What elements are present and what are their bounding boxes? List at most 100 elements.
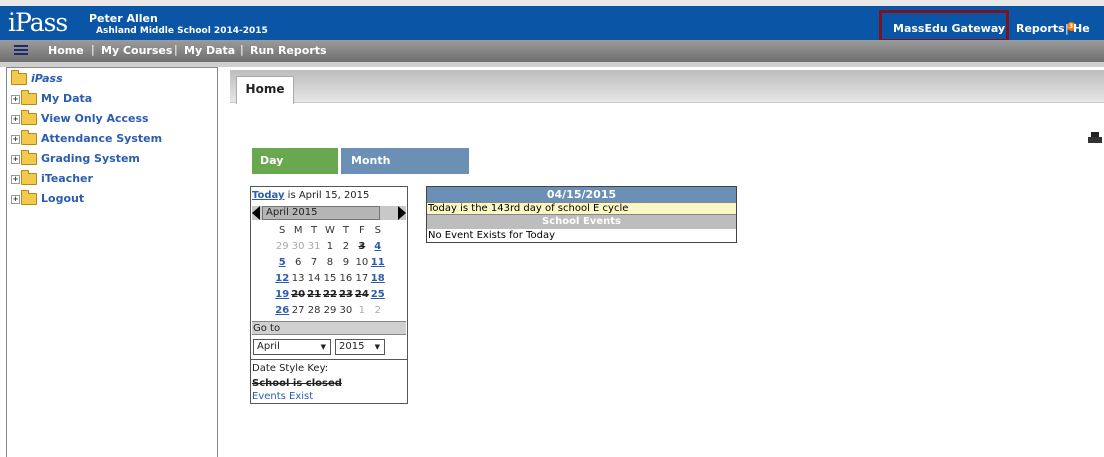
today-link[interactable]: Today bbox=[252, 190, 284, 201]
tree-item-label: iTeacher bbox=[41, 172, 93, 185]
month-view-button[interactable]: Month bbox=[341, 148, 469, 174]
events-date-header: 04/15/2015 bbox=[427, 187, 736, 202]
tab-strip bbox=[230, 70, 1104, 103]
folder-icon bbox=[21, 110, 37, 125]
tree-item-label: Grading System bbox=[41, 152, 140, 165]
expand-icon[interactable]: + bbox=[11, 174, 20, 184]
calendar-day[interactable]: 15 bbox=[322, 270, 338, 286]
tree-item-logout[interactable]: + Logout bbox=[11, 190, 84, 208]
header-separator: | bbox=[1065, 22, 1069, 35]
calendar-day[interactable]: 20 bbox=[290, 286, 306, 302]
tree-item-grading-system[interactable]: + Grading System bbox=[11, 150, 140, 168]
nav-my-data[interactable]: My Data bbox=[184, 44, 235, 57]
events-panel: 04/15/2015 Today is the 143rd day of sch… bbox=[426, 186, 737, 243]
year-select-value: 2015 bbox=[339, 341, 365, 352]
print-icon[interactable] bbox=[1088, 132, 1102, 145]
calendar-day[interactable]: 30 bbox=[338, 302, 354, 318]
reports-label: Reports bbox=[1016, 22, 1065, 35]
calendar-day[interactable]: 7 bbox=[306, 254, 322, 270]
calendar-day[interactable]: 3 bbox=[354, 238, 370, 254]
nav-separator: | bbox=[240, 43, 244, 56]
calendar-day[interactable]: 31 bbox=[306, 238, 322, 254]
weekday-header: S bbox=[279, 224, 286, 236]
tree-root-ipass[interactable]: iPass bbox=[11, 70, 63, 88]
date-style-key-title: Date Style Key: bbox=[252, 363, 329, 374]
calendar-day[interactable]: 27 bbox=[290, 302, 306, 318]
calendar-day[interactable]: 25 bbox=[370, 286, 386, 302]
ipass-logo[interactable]: iPass bbox=[8, 9, 68, 37]
calendar-day[interactable]: 13 bbox=[290, 270, 306, 286]
nav-home[interactable]: Home bbox=[48, 44, 84, 57]
year-select[interactable]: 2015 ▼ bbox=[335, 339, 385, 355]
tree-item-iteacher[interactable]: + iTeacher bbox=[11, 170, 93, 188]
goto-label: Go to bbox=[252, 321, 406, 335]
calendar-day[interactable]: 4 bbox=[370, 238, 386, 254]
calendar-day[interactable]: 14 bbox=[306, 270, 322, 286]
calendar-day[interactable]: 2 bbox=[370, 302, 386, 318]
tree-item-attendance-system[interactable]: + Attendance System bbox=[11, 130, 162, 148]
calendar-day[interactable]: 29 bbox=[274, 238, 290, 254]
school-year-label: Ashland Middle School 2014-2015 bbox=[96, 26, 268, 36]
calendar-day[interactable]: 5 bbox=[274, 254, 290, 270]
calendar-week: 12 13 14 15 16 17 18 bbox=[274, 270, 385, 286]
calendar-day[interactable]: 17 bbox=[354, 270, 370, 286]
sidebar-tree: iPass + My Data + View Only Access + Attend… bbox=[6, 67, 218, 457]
menu-icon[interactable] bbox=[14, 45, 28, 56]
nav-separator: | bbox=[174, 43, 178, 56]
expand-icon[interactable]: + bbox=[11, 114, 20, 124]
top-header-bar: iPass Peter Allen Ashland Middle School … bbox=[0, 6, 1104, 42]
calendar-week: 26 27 28 29 30 1 2 bbox=[274, 302, 385, 318]
calendar-day[interactable]: 19 bbox=[274, 286, 290, 302]
calendar-day[interactable]: 1 bbox=[322, 238, 338, 254]
tree-item-view-only-access[interactable]: + View Only Access bbox=[11, 110, 149, 128]
tree-root-label: iPass bbox=[31, 72, 63, 85]
day-view-button[interactable]: Day bbox=[252, 148, 338, 174]
school-events-header: School Events bbox=[427, 215, 736, 229]
expand-icon[interactable]: + bbox=[11, 134, 20, 144]
calendar-day[interactable]: 8 bbox=[322, 254, 338, 270]
calendar-day[interactable]: 28 bbox=[306, 302, 322, 318]
calendar-day[interactable]: 30 bbox=[290, 238, 306, 254]
calendar-day[interactable]: 21 bbox=[306, 286, 322, 302]
calendar-day[interactable]: 1 bbox=[354, 302, 370, 318]
folder-icon bbox=[21, 90, 37, 105]
calendar-day[interactable]: 26 bbox=[274, 302, 290, 318]
help-link[interactable]: He bbox=[1073, 22, 1090, 35]
calendar-day[interactable]: 29 bbox=[322, 302, 338, 318]
prev-month-icon[interactable] bbox=[252, 206, 260, 220]
no-events-text: No Event Exists for Today bbox=[428, 230, 555, 241]
calendar-day[interactable]: 9 bbox=[338, 254, 354, 270]
massedu-gateway-link[interactable]: MassEdu Gateway bbox=[893, 22, 1005, 35]
main-nav-bar: Home | My Courses | My Data | Run Report… bbox=[0, 40, 1104, 62]
calendar-day[interactable]: 23 bbox=[338, 286, 354, 302]
weekday-header: T bbox=[311, 224, 318, 236]
nav-run-reports[interactable]: Run Reports bbox=[250, 44, 327, 57]
calendar-week: 29 30 31 1 2 3 4 bbox=[274, 238, 385, 254]
calendar-day[interactable]: 11 bbox=[370, 254, 386, 270]
expand-icon[interactable]: + bbox=[11, 154, 20, 164]
calendar-day[interactable]: 2 bbox=[338, 238, 354, 254]
calendar-day[interactable]: 22 bbox=[322, 286, 338, 302]
key-events-exist: Events Exist bbox=[252, 391, 314, 402]
month-select-value: April bbox=[257, 341, 280, 352]
expand-icon[interactable]: + bbox=[11, 94, 20, 104]
month-label: April 2015 bbox=[262, 206, 380, 220]
next-month-icon[interactable] bbox=[398, 206, 406, 220]
folder-icon bbox=[21, 150, 37, 165]
tree-item-my-data[interactable]: + My Data bbox=[11, 90, 92, 108]
calendar-day[interactable]: 24 bbox=[354, 286, 370, 302]
dropdown-arrow-icon: ▼ bbox=[320, 343, 326, 351]
calendar-day[interactable]: 12 bbox=[274, 270, 290, 286]
calendar-day[interactable]: 10 bbox=[354, 254, 370, 270]
weekday-header-row: S M T W T F S bbox=[274, 222, 385, 238]
calendar-day[interactable]: 16 bbox=[338, 270, 354, 286]
weekday-header: S bbox=[374, 224, 381, 236]
key-school-closed: School is closed bbox=[252, 378, 342, 389]
expand-icon[interactable]: + bbox=[11, 194, 20, 204]
calendar-day[interactable]: 18 bbox=[370, 270, 386, 286]
month-select[interactable]: April ▼ bbox=[253, 339, 331, 355]
tab-home[interactable]: Home bbox=[236, 76, 294, 104]
calendar-day[interactable]: 6 bbox=[290, 254, 306, 270]
nav-my-courses[interactable]: My Courses bbox=[101, 44, 172, 57]
folder-icon bbox=[11, 70, 27, 85]
